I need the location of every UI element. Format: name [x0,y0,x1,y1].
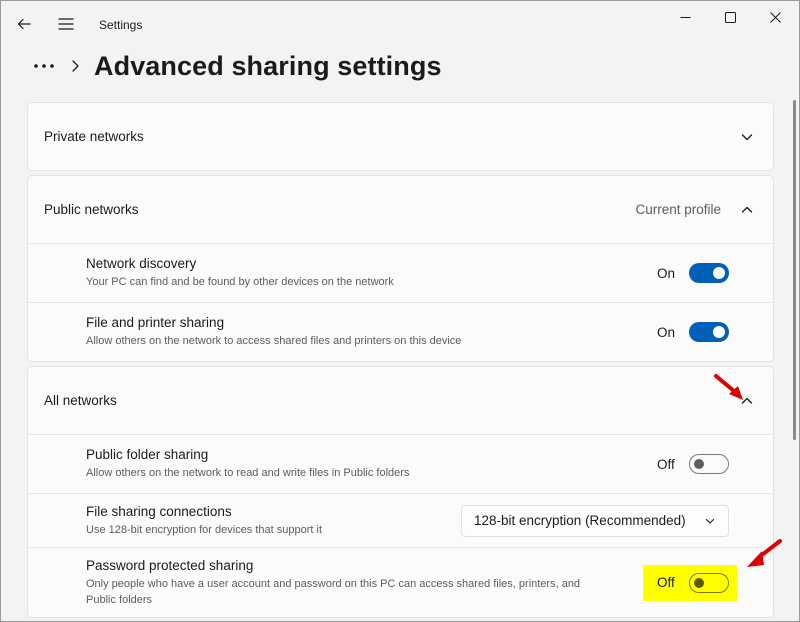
hamburger-icon [58,18,74,30]
minimize-button[interactable] [662,0,708,34]
file-printer-sharing-state: On [657,324,676,340]
public-networks-label: Public networks [44,202,139,217]
minimize-icon [680,16,690,18]
file-printer-sharing-title: File and printer sharing [86,315,225,330]
current-profile-badge: Current profile [635,202,721,217]
close-button[interactable] [752,0,798,34]
app-title: Settings [99,18,143,32]
password-protected-sharing-desc: Only people who have a user account and … [86,576,643,608]
breadcrumb-overflow-button[interactable] [28,50,60,82]
public-folder-sharing-toggle[interactable] [689,454,729,474]
encryption-selected-value: 128-bit encryption (Recommended) [474,513,686,528]
navigation-menu-button[interactable] [50,8,82,40]
title-bar: Settings [0,0,800,50]
highlight-box: Off [643,564,737,601]
public-folder-sharing-desc: Allow others on the network to read and … [86,467,410,479]
network-discovery-toggle[interactable] [689,263,729,283]
network-discovery-title: Network discovery [86,256,197,271]
annotation-arrow-icon [714,374,743,400]
network-discovery-desc: Your PC can find and be found by other d… [86,276,394,288]
file-sharing-connections-desc: Use 128-bit encryption for devices that … [86,523,323,536]
settings-content: Private networks Public networks Current… [27,102,774,618]
maximize-icon [724,11,736,23]
page-title: Advanced sharing settings [94,50,442,81]
password-desc-line2: Public folders [86,593,153,606]
all-networks-card: All networks Public folder sharing Allow… [27,366,774,618]
chevron-down-icon [705,518,715,524]
public-networks-header[interactable]: Public networks Current profile [28,176,773,243]
breadcrumb: Advanced sharing settings [28,46,442,86]
file-sharing-connections-title: File sharing connections [86,503,232,519]
public-folder-sharing-state: Off [657,456,675,472]
password-protected-sharing-state: Off [657,575,675,590]
password-protected-sharing-toggle[interactable] [689,572,729,593]
public-networks-card: Public networks Current profile Network … [27,175,774,362]
private-networks-header[interactable]: Private networks [28,103,773,170]
all-networks-label: All networks [44,393,117,408]
password-protected-sharing-row: Password protected sharing Only people w… [28,547,773,617]
private-networks-card: Private networks [27,102,774,171]
all-networks-header[interactable]: All networks [28,367,773,434]
scrollbar[interactable] [793,100,796,440]
file-printer-sharing-desc: Allow others on the network to access sh… [86,335,462,347]
password-desc-line1: Only people who have a user account and … [86,577,581,590]
private-networks-label: Private networks [44,129,144,144]
breadcrumb-chevron-icon [70,59,80,73]
more-dots-icon [34,64,54,68]
file-sharing-connections-row: File sharing connections Use 128-bit enc… [28,493,773,547]
file-printer-sharing-toggle[interactable] [689,322,729,342]
close-icon [769,11,781,23]
back-arrow-icon [17,18,31,30]
password-protected-sharing-title: Password protected sharing [86,557,254,573]
network-discovery-state: On [657,265,676,281]
public-folder-sharing-row: Public folder sharing Allow others on th… [28,434,773,493]
annotation-arrow-icon [747,539,782,567]
chevron-up-icon [737,200,757,220]
file-printer-sharing-row: File and printer sharing Allow others on… [28,302,773,361]
network-discovery-row: Network discovery Your PC can find and b… [28,243,773,302]
public-folder-sharing-title: Public folder sharing [86,447,209,462]
chevron-down-icon [737,127,757,147]
maximize-button[interactable] [707,0,753,34]
back-button[interactable] [8,8,40,40]
encryption-dropdown[interactable]: 128-bit encryption (Recommended) [461,504,729,537]
